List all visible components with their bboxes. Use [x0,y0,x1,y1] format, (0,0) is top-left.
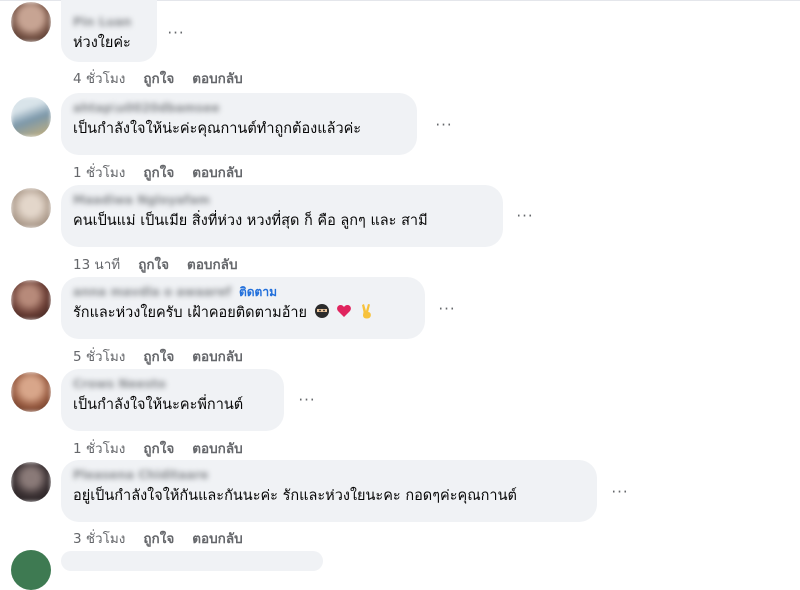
comment-bubble: Pleasena Chiditaare อยู่เป็นกำลังใจให้กั… [61,460,597,522]
comment-text: รักและห่วงใยครับ เฝ้าคอยติดตามอ้าย [73,303,413,325]
comment-timestamp[interactable]: 1 ชั่วโมง [73,437,125,459]
avatar[interactable] [11,2,51,42]
reply-button[interactable]: ตอบกลับ [192,161,242,183]
reply-button[interactable]: ตอบกลับ [192,437,242,459]
reply-button[interactable]: ตอบกลับ [192,527,242,549]
more-options-icon[interactable]: ··· [296,389,318,411]
comment-bubble: Pin Luan ห่วงใยค่ะ [61,0,157,62]
follow-button[interactable]: ติดตาม [239,283,277,302]
like-button[interactable]: ถูกใจ [143,527,174,549]
like-button[interactable]: ถูกใจ [143,67,174,89]
comment-timestamp[interactable]: 5 ชั่วโมง [73,345,125,367]
comment-actions: 1 ชั่วโมง ถูกใจ ตอบกลับ [73,161,243,183]
comment-text: เป็นกำลังใจให้นะคะพี่กานต์ [73,397,244,413]
like-button[interactable]: ถูกใจ [138,253,169,275]
more-options-icon[interactable]: ··· [165,22,187,44]
comment-actions: 4 ชั่วโมง ถูกใจ ตอบกลับ [73,67,243,89]
reply-button[interactable]: ตอบกลับ [192,345,242,367]
reply-button[interactable]: ตอบกลับ [187,253,237,275]
more-options-icon[interactable]: ··· [609,481,631,503]
comment-bubble: ahtap\u0020dbamsee เป็นกำลังใจให้น่ะค่ะค… [61,93,417,155]
comment-bubble: Crows Neesto เป็นกำลังใจให้นะคะพี่กานต์ [61,369,284,431]
like-button[interactable]: ถูกใจ [143,437,174,459]
comment-author[interactable]: Pleasena Chiditaare [73,468,208,482]
next-comment-bubble [61,551,323,571]
comment-actions: 3 ชั่วโมง ถูกใจ ตอบกลับ [73,527,243,549]
next-comment-avatar[interactable] [11,550,51,590]
ninja-emoji [314,303,330,325]
comment-timestamp[interactable]: 1 ชั่วโมง [73,161,125,183]
comment-actions: 13 นาที ถูกใจ ตอบกลับ [73,253,238,275]
comment-actions: 1 ชั่วโมง ถูกใจ ตอบกลับ [73,437,243,459]
avatar[interactable] [11,188,51,228]
more-options-icon[interactable]: ··· [514,205,536,227]
comment-text: ห่วงใยค่ะ [73,35,131,51]
comment-text: อยู่เป็นกำลังใจให้กันและกันนะค่ะ รักและห… [73,488,517,504]
comment-author[interactable]: anna mavdla o awaaref [73,285,231,299]
like-button[interactable]: ถูกใจ [143,161,174,183]
comment-author[interactable]: Pin Luan [73,15,131,29]
comment-author[interactable]: Crows Neesto [73,377,166,391]
comment-bubble: anna mavdla o awaaref ติดตาม รักและห่วงใ… [61,277,425,339]
comment-author[interactable]: ahtap\u0020dbamsee [73,101,220,115]
avatar[interactable] [11,280,51,320]
reply-button[interactable]: ตอบกลับ [192,67,242,89]
red-heart-emoji [336,303,352,325]
avatar[interactable] [11,372,51,412]
avatar[interactable] [11,462,51,502]
comment-text-content: รักและห่วงใยครับ เฝ้าคอยติดตามอ้าย [73,305,308,321]
comment-bubble: Maadiwa Ngloyafam คนเป็นแม่ เป็นเมีย สิ่… [61,185,503,247]
more-options-icon[interactable]: ··· [436,298,458,320]
comment-author[interactable]: Maadiwa Ngloyafam [73,193,210,207]
avatar[interactable] [11,97,51,137]
like-button[interactable]: ถูกใจ [143,345,174,367]
comment-timestamp[interactable]: 4 ชั่วโมง [73,67,125,89]
comment-timestamp[interactable]: 3 ชั่วโมง [73,527,125,549]
victory-hand-emoji [359,303,375,325]
comment-timestamp[interactable]: 13 นาที [73,253,120,275]
comment-text: เป็นกำลังใจให้น่ะค่ะคุณกานต์ทำถูกต้องแล้… [73,121,362,137]
comment-text: คนเป็นแม่ เป็นเมีย สิ่งที่ห่วง หวงที่สุด… [73,213,428,229]
comment-actions: 5 ชั่วโมง ถูกใจ ตอบกลับ [73,345,243,367]
more-options-icon[interactable]: ··· [433,114,455,136]
